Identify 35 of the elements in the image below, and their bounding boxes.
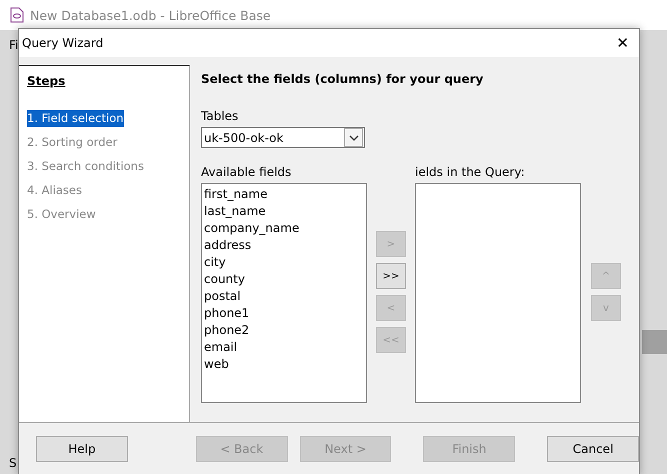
field-item[interactable]: address: [204, 237, 252, 254]
field-item[interactable]: company_name: [204, 220, 300, 237]
footer-button[interactable]: Cancel: [547, 436, 639, 462]
field-item[interactable]: county: [204, 271, 245, 288]
field-item[interactable]: phone2: [204, 322, 250, 339]
chevron-down-icon: [348, 134, 358, 140]
field-item[interactable]: postal: [204, 288, 241, 305]
menu-item[interactable]: Fi: [9, 38, 18, 52]
close-button[interactable]: ✕: [606, 34, 639, 52]
window-title: New Database1.odb - LibreOffice Base: [30, 8, 271, 22]
step-item[interactable]: 1. Field selection: [27, 110, 124, 127]
field-item[interactable]: first_name: [204, 186, 268, 203]
available-fields-list[interactable]: first_name last_name company_name address city county postal phone1 phone2 email web: [201, 183, 367, 403]
steps-heading: Steps: [27, 74, 66, 88]
query-fields-list[interactable]: [415, 183, 581, 403]
available-fields-label: Available fields: [201, 165, 292, 179]
field-item[interactable]: city: [204, 254, 226, 271]
step-item[interactable]: 2. Sorting order: [27, 134, 118, 151]
field-item[interactable]: email: [204, 339, 238, 356]
query-fields-label: ields in the Query:: [415, 165, 526, 179]
document-icon: [10, 7, 24, 23]
footer-button[interactable]: Help: [36, 436, 128, 462]
move-button[interactable]: >>: [376, 263, 406, 289]
step-item[interactable]: 5. Overview: [27, 206, 96, 223]
field-item[interactable]: last_name: [204, 203, 266, 220]
step-item[interactable]: 4. Aliases: [27, 182, 82, 199]
tables-label: Tables: [201, 109, 238, 123]
page-heading: Select the fields (columns) for your query: [201, 72, 484, 86]
tables-dropdown[interactable]: uk-500-ok-ok: [201, 127, 365, 148]
scrollbar: [642, 330, 667, 354]
dialog-title: Query Wizard: [22, 36, 104, 50]
field-item[interactable]: web: [204, 356, 229, 373]
step-item[interactable]: 3. Search conditions: [27, 158, 144, 175]
field-item[interactable]: phone1: [204, 305, 250, 322]
status-text: S: [9, 456, 17, 470]
